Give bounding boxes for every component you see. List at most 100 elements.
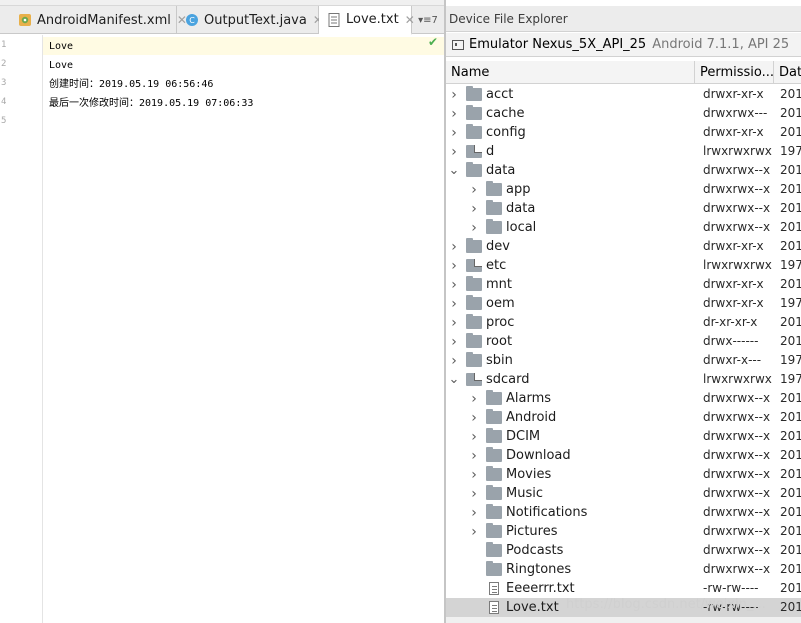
tab-android-manifest[interactable]: AndroidManifest.xml ✕	[10, 6, 187, 34]
file-name: Pictures	[506, 524, 558, 539]
file-name: Download	[506, 448, 571, 463]
editor-pane: AndroidManifest.xml ✕ C OutputText.java …	[0, 0, 444, 623]
folder-row[interactable]: › etc lrwxrwxrwx 197	[446, 256, 801, 275]
folder-row[interactable]: › Notifications drwxrwx--x 201	[446, 503, 801, 522]
panel-title: Device File Explorer	[446, 6, 801, 32]
chevron-right-icon[interactable]: ›	[448, 275, 460, 294]
folder-row[interactable]: › cache drwxrwx--- 201	[446, 104, 801, 123]
chevron-right-icon[interactable]: ›	[448, 85, 460, 104]
xml-file-icon	[18, 13, 32, 27]
folder-row[interactable]: › app drwxrwx--x 201	[446, 180, 801, 199]
chevron-down-icon[interactable]: ⌄	[448, 370, 460, 389]
folder-row[interactable]: › local drwxrwx--x 201	[446, 218, 801, 237]
folder-row[interactable]: › Music drwxrwx--x 201	[446, 484, 801, 503]
device-selector[interactable]: Emulator Nexus_5X_API_25 Android 7.1.1, …	[446, 33, 801, 57]
folder-row[interactable]: › Movies drwxrwx--x 201	[446, 465, 801, 484]
folder-row[interactable]: › data drwxrwx--x 201	[446, 199, 801, 218]
file-date: 201	[780, 562, 801, 576]
chevron-right-icon[interactable]: ›	[468, 446, 480, 465]
file-name: Eeeerrr.txt	[506, 581, 575, 596]
folder-icon	[486, 428, 502, 443]
code-area[interactable]: Love Love 创建时间：2019.05.19 06:56:46 最后一次修…	[49, 37, 253, 132]
file-permissions: -rw-rw----	[703, 600, 759, 614]
chevron-down-icon[interactable]: ⌄	[448, 161, 460, 180]
file-name: Podcasts	[506, 543, 564, 558]
folder-row[interactable]: › d lrwxrwxrwx 197	[446, 142, 801, 161]
column-date[interactable]: Dat	[774, 61, 801, 84]
folder-row[interactable]: › Alarms drwxrwx--x 201	[446, 389, 801, 408]
folder-icon	[486, 390, 502, 405]
code-line[interactable]: Love	[49, 56, 253, 75]
file-permissions: drwxrwx--x	[703, 505, 771, 519]
chevron-right-icon[interactable]: ›	[468, 199, 480, 218]
chevron-right-icon[interactable]: ›	[468, 408, 480, 427]
folder-row[interactable]: › root drwx------ 201	[446, 332, 801, 351]
folder-row[interactable]: › proc dr-xr-xr-x 201	[446, 313, 801, 332]
chevron-right-icon[interactable]: ›	[468, 218, 480, 237]
file-row[interactable]: Love.txt -rw-rw---- 201	[446, 598, 801, 617]
folder-row[interactable]: › Download drwxrwx--x 201	[446, 446, 801, 465]
chevron-right-icon[interactable]: ›	[448, 294, 460, 313]
folder-row[interactable]: › Android drwxrwx--x 201	[446, 408, 801, 427]
folder-row[interactable]: › dev drwxr-xr-x 201	[446, 237, 801, 256]
file-date: 201	[780, 448, 801, 462]
folder-row[interactable]: › acct drwxr-xr-x 201	[446, 85, 801, 104]
tab-love-txt[interactable]: Love.txt ✕	[319, 6, 415, 35]
folder-row[interactable]: Ringtones drwxrwx--x 201	[446, 560, 801, 579]
chevron-right-icon[interactable]: ›	[468, 484, 480, 503]
chevron-right-icon[interactable]: ›	[448, 256, 460, 275]
chevron-right-icon[interactable]: ›	[468, 427, 480, 446]
code-line[interactable]: 最后一次修改时间：2019.05.19 07:06:33	[49, 94, 253, 113]
chevron-right-icon[interactable]: ›	[448, 237, 460, 256]
folder-row[interactable]: ⌄ sdcard lrwxrwxrwx 197	[446, 370, 801, 389]
file-name: etc	[486, 258, 507, 273]
chevron-right-icon[interactable]: ›	[448, 142, 460, 161]
folder-row[interactable]: ⌄ data drwxrwx--x 201	[446, 161, 801, 180]
file-permissions: drwxr-xr-x	[703, 125, 764, 139]
folder-icon	[486, 523, 502, 538]
column-name[interactable]: Name	[446, 61, 695, 84]
file-row[interactable]: Eeeerrr.txt -rw-rw---- 201	[446, 579, 801, 598]
file-permissions: drwxr-xr-x	[703, 296, 764, 310]
tab-overflow-button[interactable]: ▾≡7	[412, 6, 444, 34]
folder-row[interactable]: › config drwxr-xr-x 201	[446, 123, 801, 142]
file-permissions: drwxr-xr-x	[703, 87, 764, 101]
file-permissions: drwxrwx--x	[703, 543, 771, 557]
file-permissions: drwxrwx--x	[703, 201, 771, 215]
file-date: 201	[780, 429, 801, 443]
code-line[interactable]: 创建时间：2019.05.19 06:56:46	[49, 75, 253, 94]
file-date: 201	[780, 125, 801, 139]
folder-row[interactable]: › mnt drwxr-xr-x 201	[446, 275, 801, 294]
chevron-right-icon[interactable]: ›	[448, 351, 460, 370]
line-number: 5	[1, 116, 7, 126]
chevron-right-icon[interactable]: ›	[448, 313, 460, 332]
folder-row[interactable]: › oem drwxr-xr-x 197	[446, 294, 801, 313]
tab-output-text[interactable]: C OutputText.java ✕	[177, 6, 323, 34]
column-permissions[interactable]: Permissio...	[695, 61, 774, 84]
chevron-right-icon[interactable]: ›	[468, 522, 480, 541]
folder-row[interactable]: › sbin drwxr-x--- 197	[446, 351, 801, 370]
code-line[interactable]: Love	[49, 37, 253, 56]
file-name: Ringtones	[506, 562, 572, 577]
file-name: Notifications	[506, 505, 588, 520]
folder-icon	[466, 314, 482, 329]
chevron-right-icon[interactable]: ›	[448, 104, 460, 123]
file-permissions: drwxrwx--x	[703, 429, 771, 443]
file-name: data	[506, 201, 536, 216]
file-permissions: drwxr-xr-x	[703, 239, 764, 253]
file-permissions: drwxrwx--x	[703, 410, 771, 424]
file-date: 201	[780, 410, 801, 424]
chevron-right-icon[interactable]: ›	[468, 180, 480, 199]
chevron-right-icon[interactable]: ›	[468, 389, 480, 408]
chevron-right-icon[interactable]: ›	[448, 123, 460, 142]
chevron-right-icon[interactable]: ›	[468, 503, 480, 522]
chevron-right-icon[interactable]: ›	[448, 332, 460, 351]
file-date: 201	[780, 391, 801, 405]
folder-row[interactable]: Podcasts drwxrwx--x 201	[446, 541, 801, 560]
code-line[interactable]	[49, 113, 253, 132]
file-date: 201	[780, 163, 801, 177]
folder-row[interactable]: › Pictures drwxrwx--x 201	[446, 522, 801, 541]
chevron-right-icon[interactable]: ›	[468, 465, 480, 484]
file-name: dev	[486, 239, 510, 254]
folder-row[interactable]: › DCIM drwxrwx--x 201	[446, 427, 801, 446]
